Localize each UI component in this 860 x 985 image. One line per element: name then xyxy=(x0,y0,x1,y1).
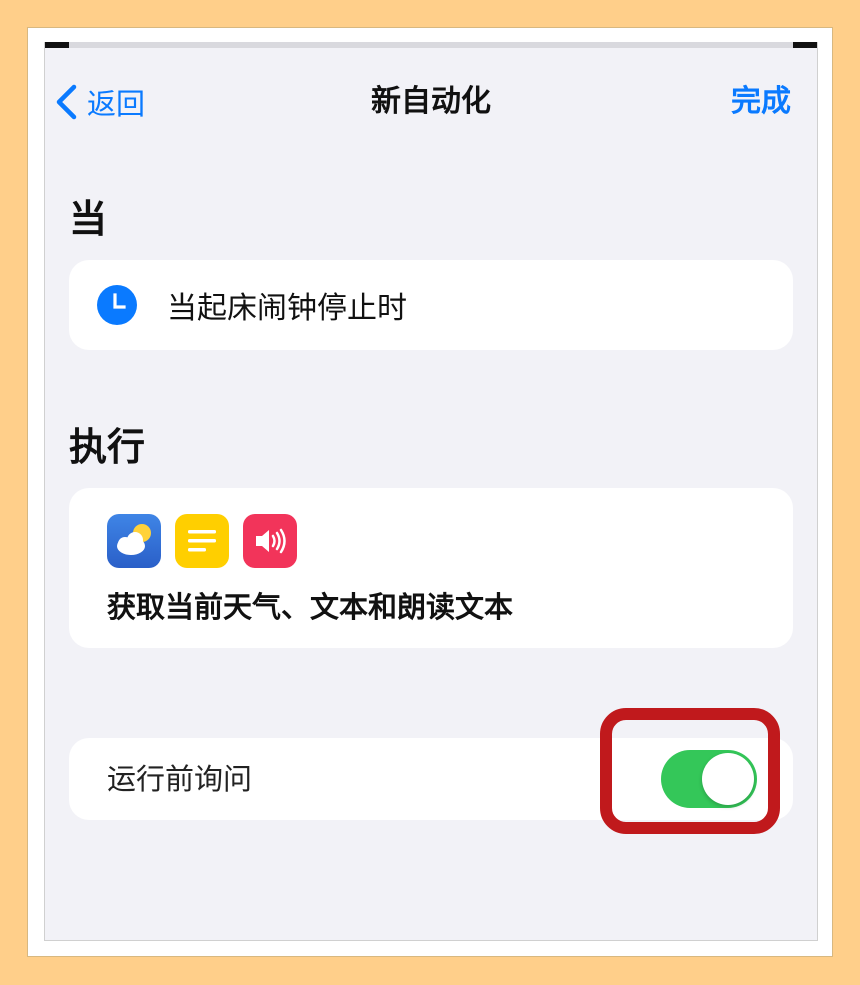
ask-before-running-toggle[interactable] xyxy=(661,750,757,808)
trigger-text: 当起床闹钟停止时 xyxy=(167,291,407,326)
toggle-knob xyxy=(702,753,754,805)
done-button[interactable]: 完成 xyxy=(731,80,791,124)
ask-before-running-label: 运行前询问 xyxy=(107,762,253,796)
corner-right xyxy=(793,42,817,48)
do-section-title: 执行 xyxy=(69,425,146,469)
clock-icon xyxy=(97,285,137,325)
phone-screen: 返回 新自动化 完成 当 当起床闹钟停止时 执行 获取当前天气、文本和朗读文本 … xyxy=(44,42,818,941)
actions-summary: 获取当前天气、文本和朗读文本 xyxy=(107,590,514,624)
trigger-card[interactable]: 当起床闹钟停止时 xyxy=(69,260,793,350)
weather-icon xyxy=(107,514,161,568)
actions-card[interactable]: 获取当前天气、文本和朗读文本 xyxy=(69,488,793,648)
status-strip xyxy=(45,42,817,48)
page-title: 新自动化 xyxy=(371,84,491,119)
corner-left xyxy=(45,42,69,48)
action-app-icons xyxy=(107,514,297,568)
navigation-bar: 返回 新自动化 完成 xyxy=(45,72,817,132)
ask-before-running-row: 运行前询问 xyxy=(69,738,793,820)
notes-icon xyxy=(175,514,229,568)
speaker-icon xyxy=(243,514,297,568)
when-section-title: 当 xyxy=(69,197,108,241)
